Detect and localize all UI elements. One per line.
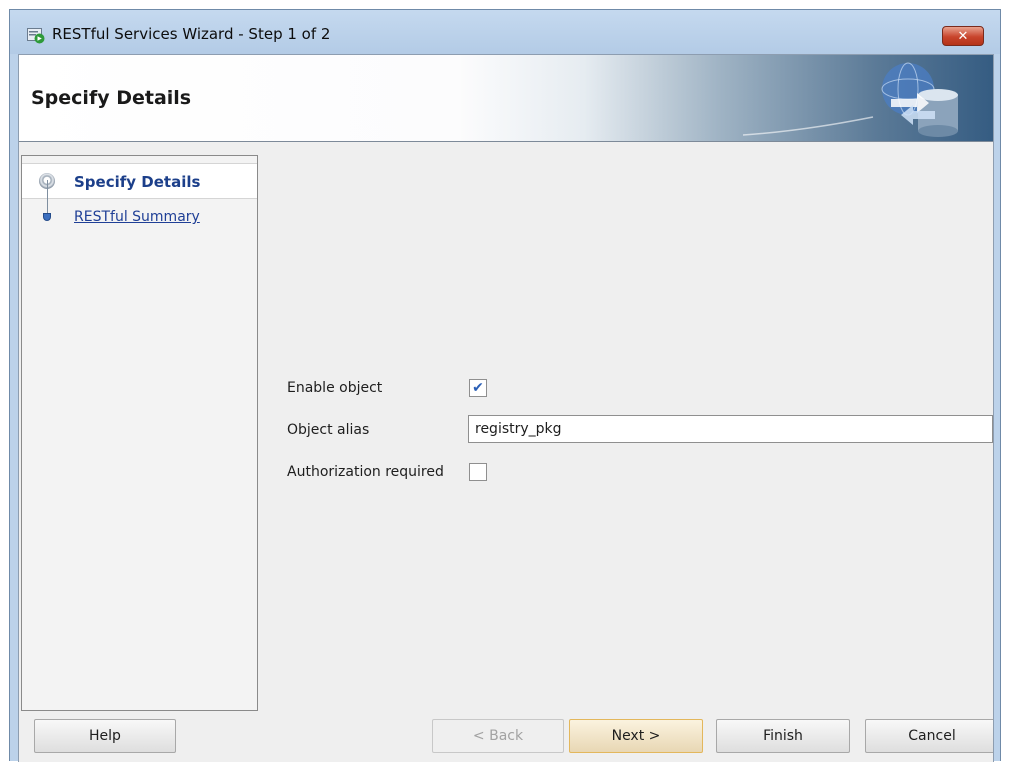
authorization-required-checkbox[interactable] (469, 463, 487, 481)
finish-button[interactable]: Finish (716, 719, 850, 753)
title-bar[interactable]: RESTful Services Wizard - Step 1 of 2 ✕ (10, 10, 1000, 54)
step-icon (43, 213, 51, 221)
header-banner: Specify Details (19, 55, 993, 142)
close-icon: ✕ (957, 28, 969, 44)
object-alias-input[interactable] (468, 415, 993, 443)
step-label: Specify Details (74, 173, 201, 191)
checkmark-icon: ✔ (472, 380, 484, 396)
window-title: RESTful Services Wizard - Step 1 of 2 (52, 25, 331, 43)
app-icon (27, 28, 45, 44)
wizard-content: Specify Details Specify Details RESTful … (18, 54, 994, 762)
wizard-steps-panel: Specify Details RESTful Summary (21, 155, 258, 711)
cancel-button[interactable]: Cancel (865, 719, 993, 753)
step-link[interactable]: RESTful Summary (74, 209, 200, 225)
wizard-window: RESTful Services Wizard - Step 1 of 2 ✕ … (9, 9, 1001, 762)
next-button[interactable]: Next > (569, 719, 703, 753)
object-alias-label: Object alias (287, 422, 370, 438)
step-restful-summary[interactable]: RESTful Summary (22, 201, 257, 237)
enable-object-label: Enable object (287, 380, 383, 396)
step-specify-details[interactable]: Specify Details (22, 163, 257, 199)
enable-object-checkbox[interactable]: ✔ (469, 379, 487, 397)
back-button[interactable]: < Back (432, 719, 564, 753)
authorization-required-label: Authorization required (287, 464, 444, 480)
database-globe-icon (742, 62, 958, 137)
close-button[interactable]: ✕ (942, 26, 984, 46)
page-title: Specify Details (31, 87, 192, 109)
help-button[interactable]: Help (34, 719, 176, 753)
